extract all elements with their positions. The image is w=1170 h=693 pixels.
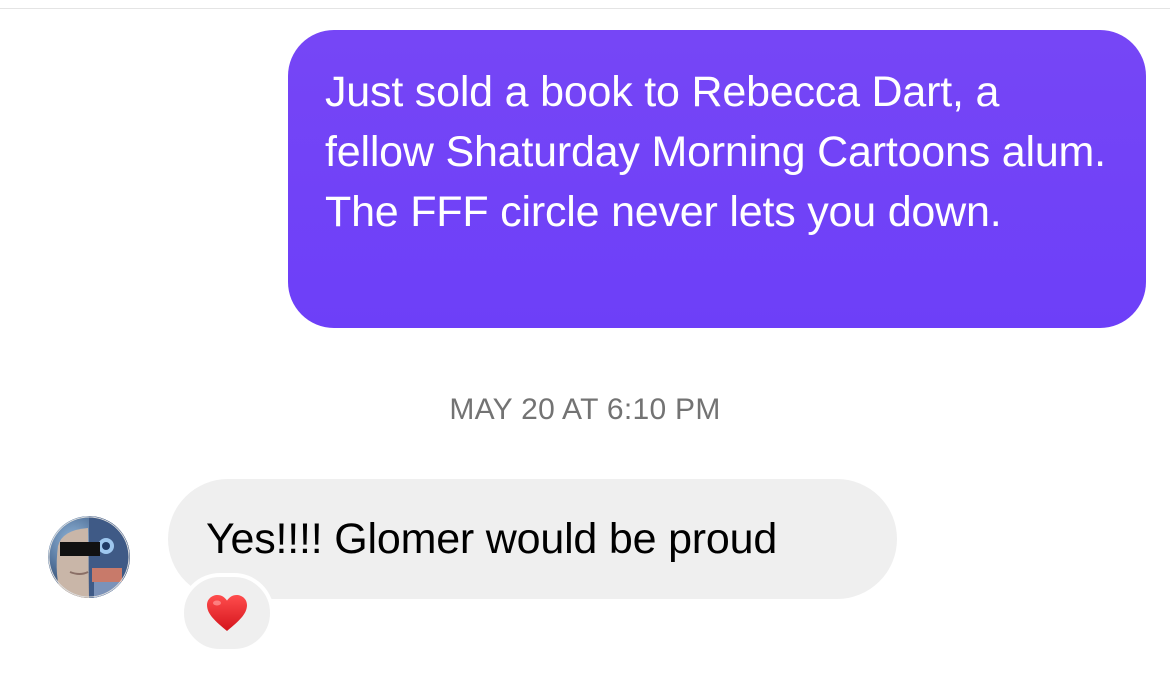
user-avatar-icon[interactable]: [48, 516, 130, 598]
message-timestamp: MAY 20 AT 6:10 PM: [449, 393, 721, 426]
incoming-message-text: Yes!!!! Glomer would be proud: [206, 515, 778, 563]
red-heart-icon: [207, 595, 247, 631]
reaction-badge[interactable]: [180, 573, 274, 653]
incoming-message-bubble[interactable]: Yes!!!! Glomer would be proud: [168, 479, 897, 599]
outgoing-message-bubble[interactable]: Just sold a book to Rebecca Dart, a fell…: [288, 30, 1146, 328]
outgoing-message-text: Just sold a book to Rebecca Dart, a fell…: [325, 68, 1106, 236]
conversation-thread: Just sold a book to Rebecca Dart, a fell…: [0, 0, 1170, 693]
top-divider: [0, 8, 1170, 9]
